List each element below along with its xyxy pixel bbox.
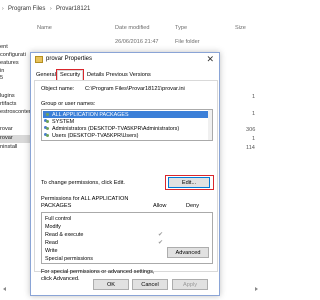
list-item[interactable]: configurati [0,52,26,60]
permission-read-execute: Read & execute [45,232,84,238]
close-icon[interactable]: ✕ [206,54,214,64]
column-headers: Name Date modified Type Size [0,25,261,34]
list-item-label: Users (DESKTOP-TVA5KPR\Users) [52,132,139,139]
user-group-icon [44,112,50,117]
permission-full-control: Full control [45,216,72,222]
list-item[interactable]: ninstall [0,144,17,152]
list-item[interactable]: estroscontent [0,109,34,117]
breadcrumb-separator: › [2,6,4,12]
file-type: File folder [175,39,200,45]
user-group-icon [44,126,50,131]
special-permissions-hint-2: click Advanced. [41,276,80,282]
list-item[interactable]: lugins [0,93,15,101]
properties-dialog: provar Properties ✕ General Security Det… [30,52,220,296]
allow-column-header: Allow [153,203,167,209]
ok-button[interactable]: OK [93,279,129,290]
cancel-button[interactable]: Cancel [132,279,168,290]
advanced-button[interactable]: Advanced [167,247,209,258]
list-item-users[interactable]: Users (DESKTOP-TVA5KPR\Users) [43,132,211,139]
user-list[interactable]: ALL APPLICATION PACKAGES SYSTEM Administ… [41,109,213,141]
allow-check-icon: ✔ [158,240,164,246]
special-permissions-hint: For special permissions or advanced sett… [41,269,155,275]
breadcrumb-provar18121[interactable]: Provar18121 [56,6,90,12]
list-item[interactable]: eatures [0,60,19,68]
dialog-title: provar Properties [46,56,93,62]
column-size[interactable]: Size [235,25,246,31]
breadcrumb-program-files[interactable]: Program Files [8,6,45,12]
tab-details[interactable]: Details [85,71,106,80]
file-size: 114 [246,145,255,151]
allow-check-icon: ✔ [158,232,164,238]
permissions-for-label-2: PACKAGES [41,203,72,209]
list-item[interactable]: 5 [0,75,3,83]
list-item[interactable]: ent [0,44,8,52]
file-size: 1 [252,111,256,117]
permission-read: Read [45,240,58,246]
breadcrumb-separator: › [50,6,52,12]
column-type[interactable]: Type [175,25,187,31]
list-item-system[interactable]: SYSTEM [43,118,211,125]
column-date-modified[interactable]: Date modified [115,25,150,31]
user-group-icon [44,133,50,138]
user-group-icon [44,119,50,124]
tab-strip: General Security Details Previous Versio… [34,69,218,81]
object-name-label: Object name: [41,86,75,92]
deny-column-header: Deny [186,203,200,209]
edit-button[interactable]: Edit... [168,177,210,188]
permission-modify: Modify [45,224,61,230]
group-label: Group or user names: [41,101,96,107]
breadcrumb: › Program Files › Provar18121 [0,4,261,14]
security-panel: Object name: C:\Program Files\Provar1812… [34,80,218,282]
list-item[interactable]: rtifacts [0,101,16,109]
list-item-label: Administrators (DESKTOP-TVA5KPR\Administ… [52,125,180,132]
permissions-for-label: Permissions for ALL APPLICATION [41,196,129,202]
file-icon [35,56,43,63]
list-item-administrators[interactable]: Administrators (DESKTOP-TVA5KPR\Administ… [43,125,211,132]
file-size: 1 [252,136,256,142]
change-permissions-hint: To change permissions, click Edit. [41,180,125,186]
file-date: 26/06/2016 21:47 [115,39,159,45]
tab-previous-versions[interactable]: Previous Versions [104,71,153,80]
file-size: 1 [252,94,256,100]
tab-security[interactable]: Security [55,69,85,81]
list-item-label: SYSTEM [52,118,75,125]
apply-button[interactable]: Apply [172,279,208,290]
vertical-scrollbar[interactable] [208,110,212,140]
column-name[interactable]: Name [37,25,52,31]
tab-general[interactable]: General [34,71,58,80]
list-item[interactable]: rovar [0,126,13,134]
dialog-titlebar[interactable]: provar Properties ✕ [31,53,219,67]
list-item-all-application-packages[interactable]: ALL APPLICATION PACKAGES [43,111,211,118]
object-name-value: C:\Program Files\Provar18121\provar.ini [85,86,185,92]
file-size: 306 [246,127,256,133]
list-item-label: ALL APPLICATION PACKAGES [52,111,129,118]
